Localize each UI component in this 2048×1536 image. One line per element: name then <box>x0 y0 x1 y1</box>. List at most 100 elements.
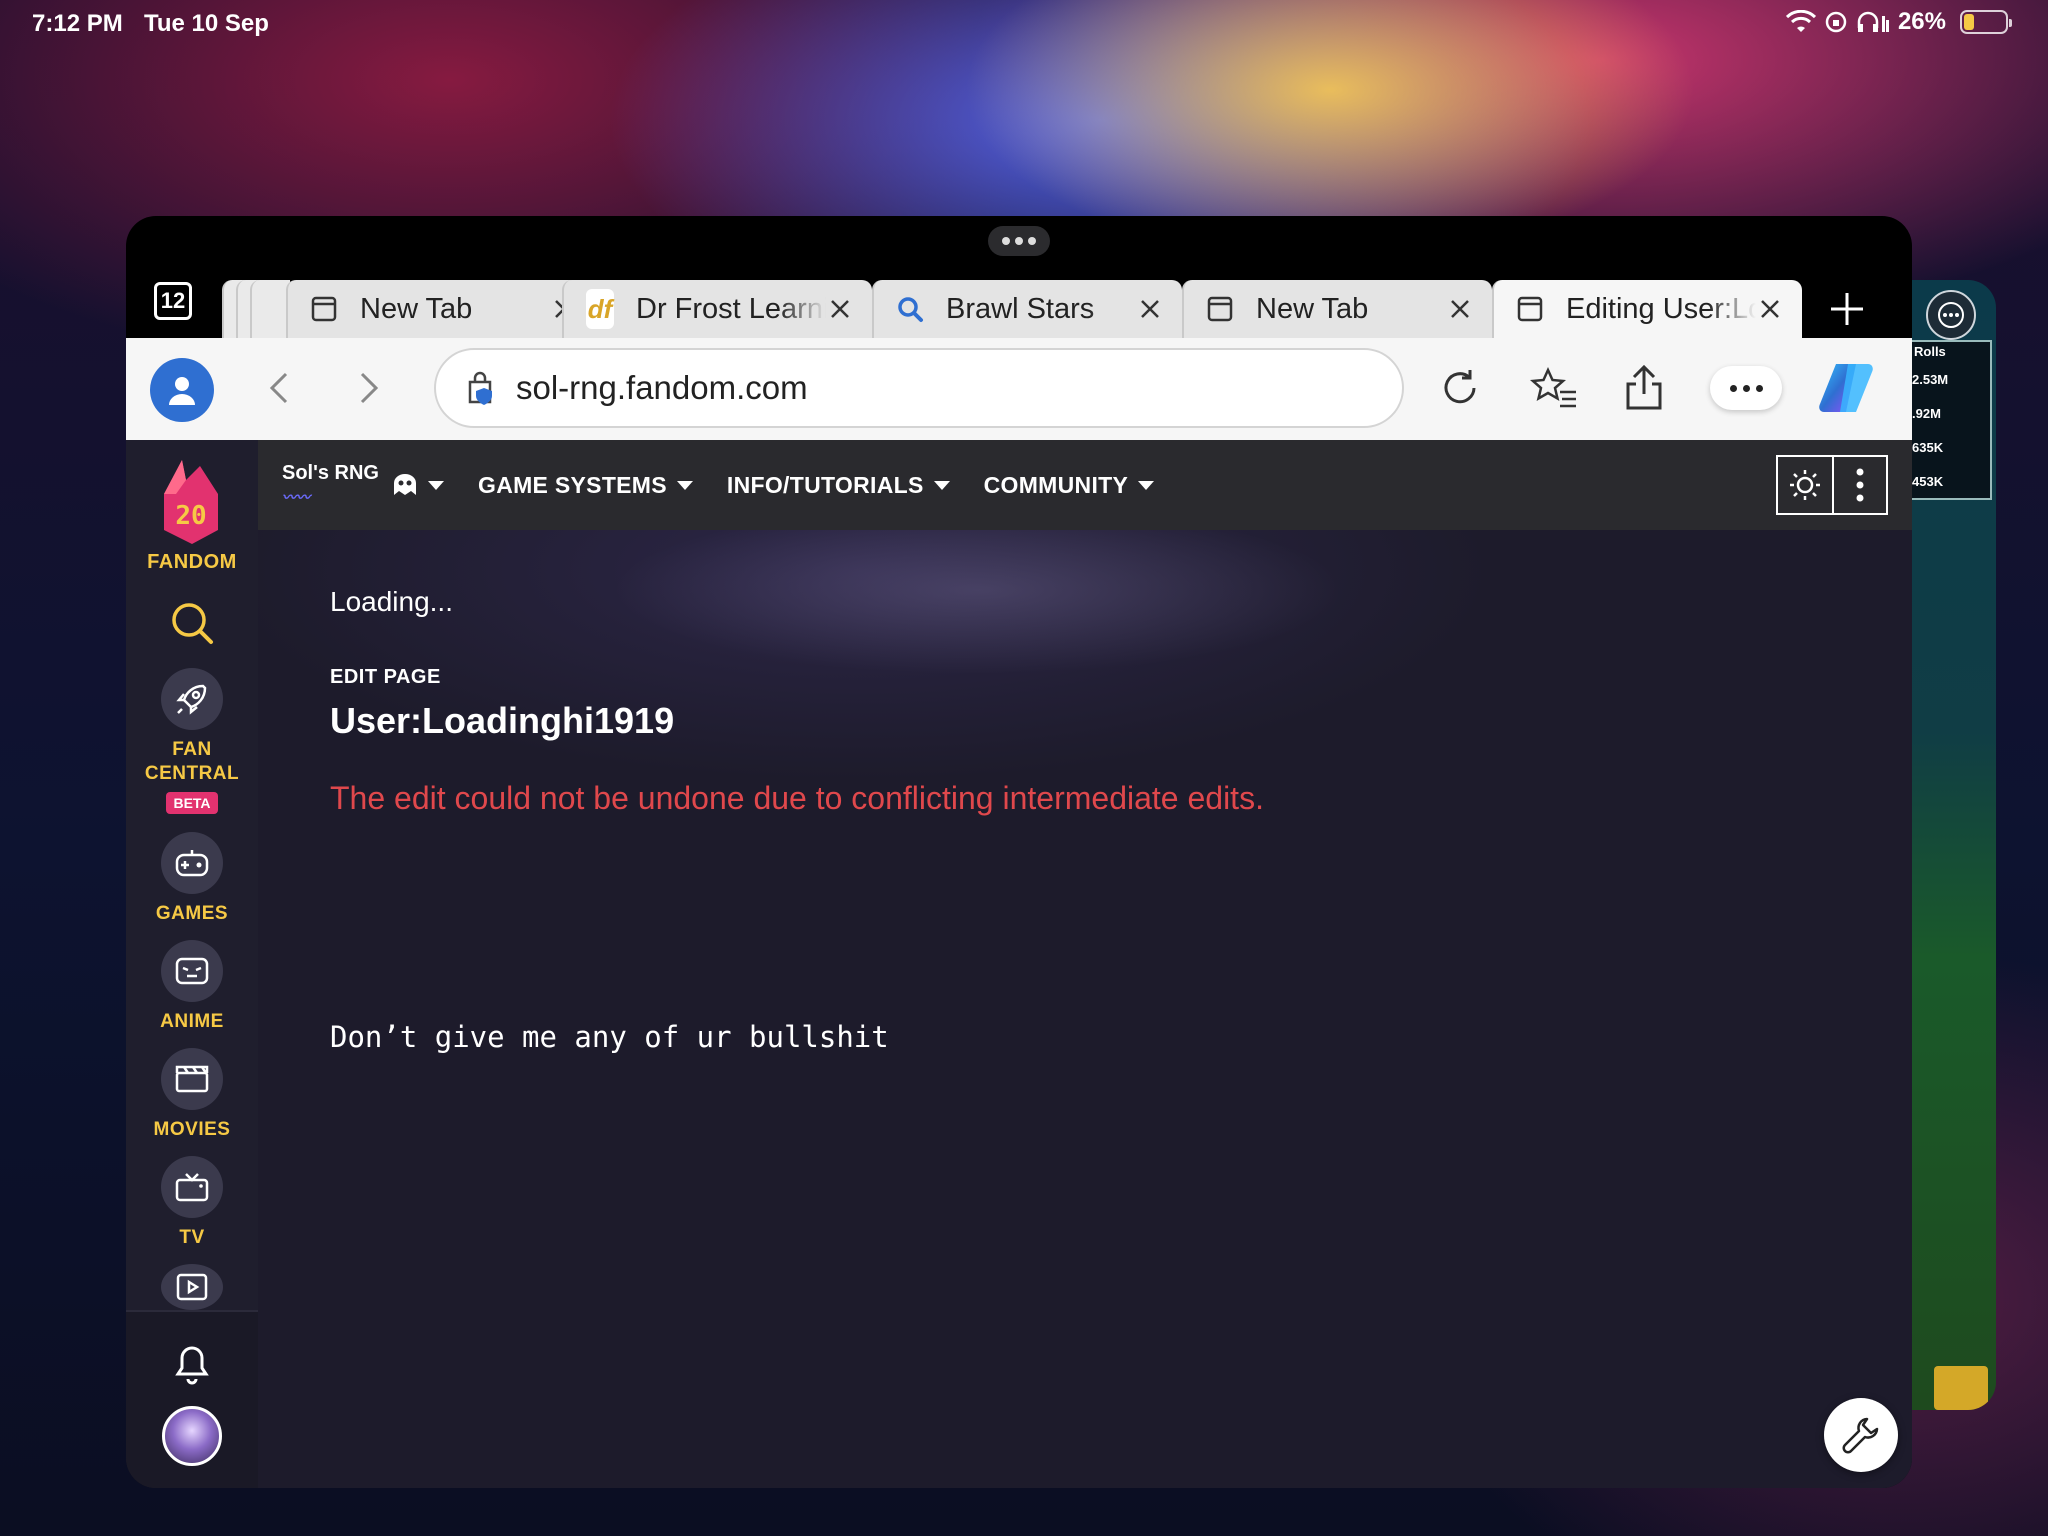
address-bar[interactable]: sol-rng.fandom.com <box>434 348 1404 428</box>
avatar[interactable] <box>162 1406 222 1466</box>
bank-icon[interactable] <box>1934 1366 1988 1410</box>
share-icon <box>1626 364 1662 410</box>
ellipsis-circle-icon <box>1938 302 1964 328</box>
rolls-value: .92M <box>1912 406 1941 421</box>
more-menu-button[interactable] <box>1710 366 1782 410</box>
rolls-leaderboard: Rolls 2.53M .92M 635K 453K <box>1912 340 1992 500</box>
favorites-button[interactable] <box>1530 364 1578 412</box>
rail-item-tv[interactable]: TV <box>126 1156 258 1250</box>
tab-title: New Tab <box>360 292 473 325</box>
kebab-menu-icon <box>1856 468 1864 502</box>
tab-editing-user[interactable]: Editing User:Loadinghi1919 <box>1492 280 1802 338</box>
forward-button[interactable] <box>348 368 388 413</box>
explore-ghost-icon <box>394 474 416 495</box>
beta-badge: BETA <box>166 792 218 814</box>
tab-title: Brawl Stars <box>946 292 1095 325</box>
editor-textarea[interactable]: Don’t give me any of ur bullshit <box>330 1020 889 1054</box>
page-icon <box>1516 295 1544 323</box>
wiki-tools <box>1776 455 1888 515</box>
editor-content: Loading... EDIT PAGE User:Loadinghi1919 … <box>258 530 1912 1488</box>
edit-page-label: EDIT PAGE <box>330 666 441 688</box>
chevron-down-icon <box>428 480 444 490</box>
nav-label: INFO/TUTORIALS <box>726 471 924 498</box>
battery-icon <box>1960 10 2012 34</box>
close-icon[interactable] <box>1756 295 1784 323</box>
error-message: The edit could not be undone due to conf… <box>330 780 1264 816</box>
gamepad-icon <box>161 832 223 894</box>
back-button[interactable] <box>260 368 300 413</box>
fandom-logo-button[interactable]: 20 FANDOM <box>126 454 258 574</box>
close-icon[interactable] <box>1446 295 1474 323</box>
rolls-value: 635K <box>1912 440 1944 455</box>
wiki-more-button[interactable] <box>1831 457 1886 513</box>
nav-item-community[interactable]: COMMUNITY <box>984 472 1155 499</box>
status-time: 7:12 PM <box>32 10 123 37</box>
rail-item-fan-central[interactable]: FAN CENTRAL BETA <box>126 668 258 814</box>
search-button[interactable] <box>126 600 258 646</box>
tab-title: Editing User:Loadinghi1919 <box>1566 292 1756 325</box>
reload-icon <box>1444 370 1476 404</box>
user-icon <box>169 377 195 405</box>
rolls-value: 453K <box>1912 474 1944 489</box>
new-tab-button[interactable] <box>1824 286 1870 332</box>
rail-label-games: GAMES <box>155 903 229 924</box>
rail-bottom <box>126 1310 258 1488</box>
battery-percent: 26% <box>1897 8 1946 35</box>
nav-label: GAME SYSTEMS <box>478 471 667 498</box>
fandom-flame-logo-icon: 20 <box>164 460 218 544</box>
tools-button[interactable] <box>1824 1398 1898 1472</box>
side-app-menu-button[interactable] <box>1926 290 1976 340</box>
rolls-title: Rolls <box>1914 344 1946 359</box>
anime-face-icon <box>161 940 223 1002</box>
window-grabber[interactable] <box>988 226 1050 256</box>
rail-item-anime[interactable]: ANIME <box>126 940 258 1034</box>
video-play-icon <box>161 1264 223 1310</box>
status-bar: 7:12 PM Tue 10 Sep 26% <box>0 0 2048 48</box>
sun-icon <box>1789 470 1820 500</box>
close-icon[interactable] <box>1136 295 1164 323</box>
address-text: sol-rng.fandom.com <box>516 369 808 406</box>
search-icon <box>896 295 924 323</box>
rail-item-games[interactable]: GAMES <box>126 832 258 926</box>
rail-label-central: CENTRAL <box>144 763 240 784</box>
page-title: User:Loadinghi1919 <box>330 700 675 741</box>
rocket-icon <box>161 668 223 730</box>
tab-new-tab-2[interactable]: New Tab <box>1182 280 1492 338</box>
share-button[interactable] <box>1620 364 1668 412</box>
browser-window: 12 New Tab df Dr Frost Learning Brawl St… <box>126 216 1912 1488</box>
loading-text: Loading... <box>330 586 453 617</box>
tab-count-button[interactable]: 12 <box>154 282 192 320</box>
chevron-down-icon <box>933 480 950 490</box>
bell-icon <box>175 1346 209 1385</box>
rail-label-movies: MOVIES <box>153 1119 231 1140</box>
chevron-right-icon <box>360 372 379 404</box>
tv-icon <box>161 1156 223 1218</box>
close-icon[interactable] <box>826 295 854 323</box>
copilot-button[interactable] <box>1814 356 1878 420</box>
nav-item-explore[interactable] <box>392 473 444 497</box>
status-indicators: 26% <box>1785 8 2012 36</box>
tab-new-tab-1[interactable]: New Tab <box>286 280 596 338</box>
battery-fill <box>1964 14 1974 30</box>
tab-stack-edge <box>250 280 290 338</box>
clapperboard-icon <box>161 1048 223 1110</box>
nav-item-game-systems[interactable]: GAME SYSTEMS <box>478 472 693 499</box>
rail-item-video[interactable] <box>126 1264 258 1310</box>
fandom-label: FANDOM <box>147 551 237 573</box>
tab-brawl-stars[interactable]: Brawl Stars <box>872 280 1182 338</box>
rail-item-movies[interactable]: MOVIES <box>126 1048 258 1142</box>
rail-label-anime: ANIME <box>160 1011 224 1032</box>
copilot-icon <box>1819 364 1873 412</box>
search-icon <box>172 603 213 644</box>
reload-button[interactable] <box>1436 364 1484 412</box>
rail-label-fan: FAN <box>172 739 212 760</box>
df-logo-icon: df <box>586 289 614 329</box>
plus-icon <box>1831 293 1863 325</box>
tab-dr-frost[interactable]: df Dr Frost Learning <box>562 280 872 338</box>
rolls-value: 2.53M <box>1912 372 1949 387</box>
profile-button[interactable] <box>150 358 214 422</box>
wiki-logo[interactable]: Sol's RNG 〰〰 <box>282 462 392 508</box>
nav-item-info-tutorials[interactable]: INFO/TUTORIALS <box>727 472 950 499</box>
notifications-button[interactable] <box>170 1338 214 1391</box>
theme-toggle-button[interactable] <box>1778 457 1832 513</box>
